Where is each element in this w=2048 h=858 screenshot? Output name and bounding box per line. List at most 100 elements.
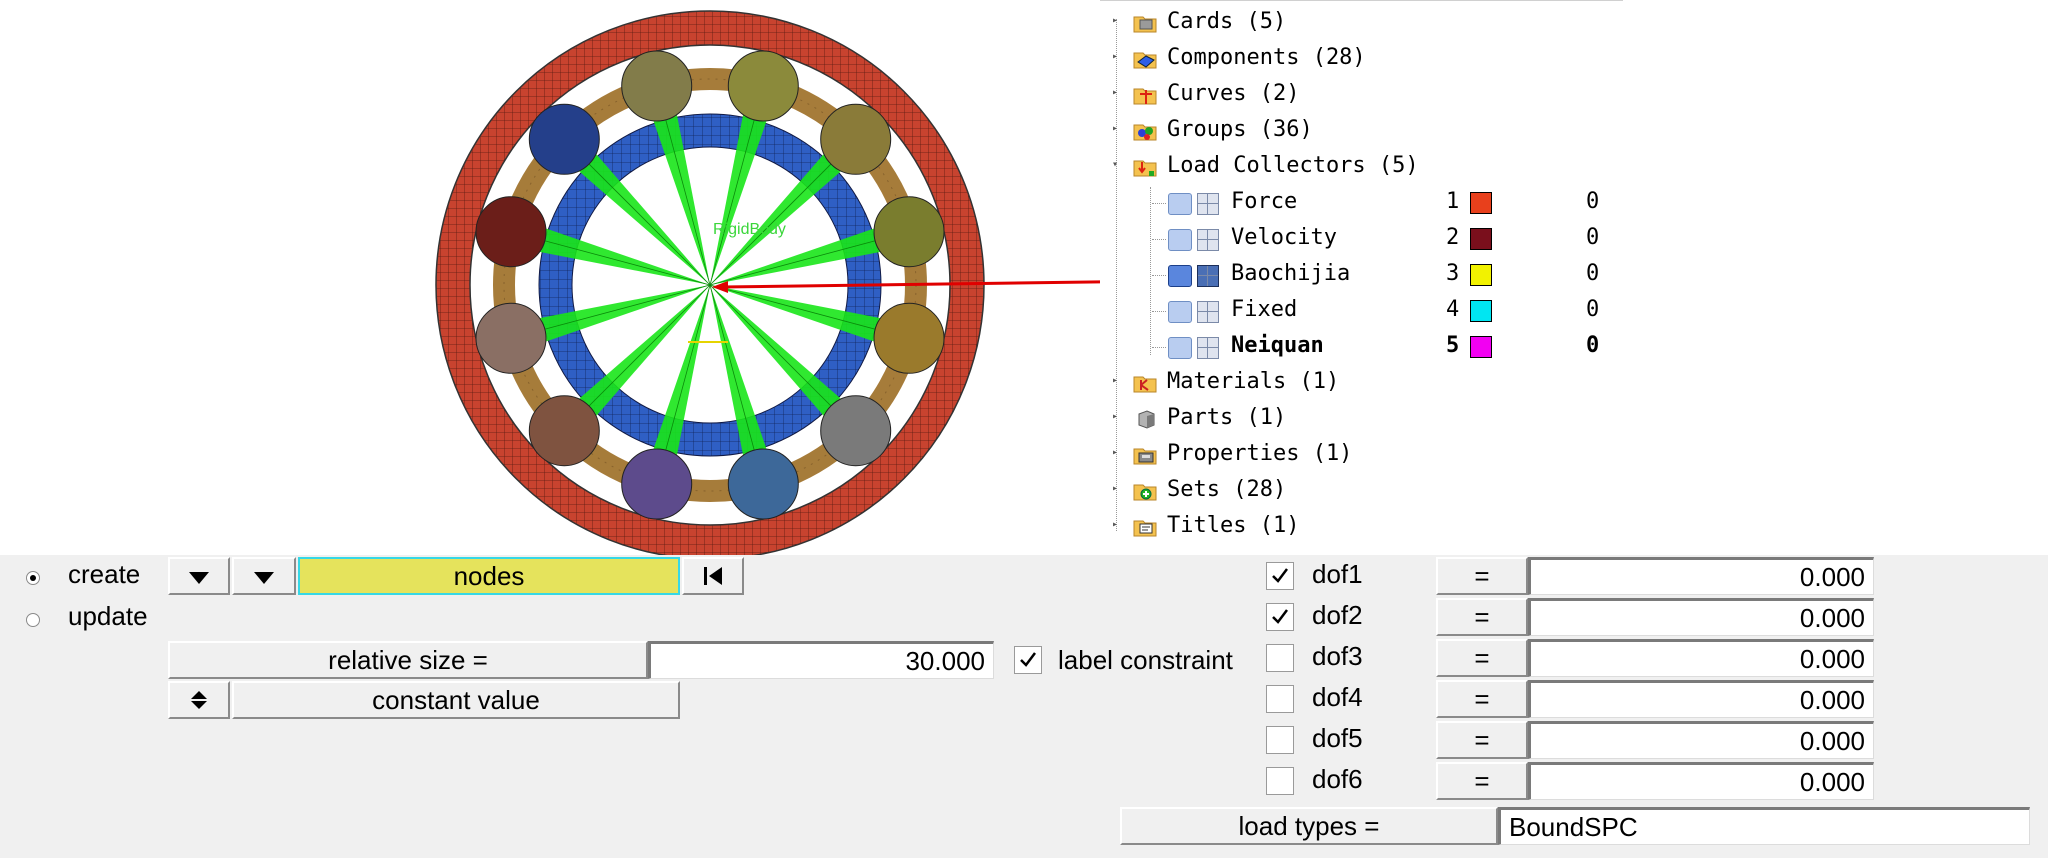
tree-item-sets[interactable]: ▸ Sets (28) <box>1100 473 1623 509</box>
load-collector-force[interactable]: Force 1 0 <box>1100 185 1623 221</box>
parts-icon <box>1138 410 1155 429</box>
chevron-down-icon <box>254 572 274 584</box>
expand-icon[interactable]: ▸ <box>1112 448 1122 458</box>
ball[interactable] <box>475 196 547 268</box>
load-collector-icon <box>1168 337 1192 359</box>
ball[interactable] <box>820 103 892 175</box>
color-swatch[interactable] <box>1470 300 1492 322</box>
tree-item-parts[interactable]: ▸ Parts (1) <box>1100 401 1623 437</box>
entity-type-dropdown[interactable] <box>168 557 230 595</box>
properties-icon <box>1133 448 1157 465</box>
bearing-model[interactable]: RigidBody <box>0 0 1161 560</box>
ball[interactable] <box>621 448 693 520</box>
expand-icon[interactable]: ▸ <box>1112 412 1122 422</box>
label-constraint-label: label constraint <box>1058 645 1233 675</box>
display-icon <box>1197 193 1219 215</box>
ball[interactable] <box>727 448 799 520</box>
ball[interactable] <box>727 50 799 122</box>
groups-icon <box>1133 124 1157 141</box>
tree-item-cards[interactable]: ▸ Cards (5) <box>1100 5 1623 41</box>
color-swatch[interactable] <box>1470 336 1492 358</box>
ball[interactable] <box>873 196 945 268</box>
dof6-value-input[interactable]: 0.000 <box>1528 762 1874 800</box>
load-types-input[interactable]: BoundSPC <box>1498 807 2030 845</box>
expand-icon[interactable]: ▸ <box>1112 484 1122 494</box>
sets-icon <box>1133 484 1157 501</box>
dof4-equals-button[interactable]: = <box>1436 680 1528 718</box>
expand-icon[interactable]: ▸ <box>1112 124 1122 134</box>
ball[interactable] <box>528 103 600 175</box>
tree-item-materials[interactable]: ▸ Materials (1) <box>1100 365 1623 401</box>
ball[interactable] <box>528 395 600 467</box>
dof5-checkbox[interactable] <box>1266 726 1294 754</box>
dof1-label: dof1 <box>1312 559 1363 589</box>
tree-item-curves[interactable]: ▸ Curves (2) <box>1100 77 1623 113</box>
constant-value-button[interactable]: constant value <box>232 681 680 719</box>
update-label: update <box>68 601 148 631</box>
load-collector-baochijia[interactable]: Baochijia 3 0 <box>1100 257 1623 293</box>
update-radio[interactable] <box>26 613 40 627</box>
tree-item-groups[interactable]: ▸ Groups (36) <box>1100 113 1623 149</box>
up-down-arrows-icon <box>191 691 207 709</box>
expand-icon[interactable]: ▸ <box>1112 16 1122 26</box>
dof3-checkbox[interactable] <box>1266 644 1294 672</box>
display-icon <box>1197 265 1219 287</box>
dof5-equals-button[interactable]: = <box>1436 721 1528 759</box>
value-type-toggle[interactable] <box>168 681 230 719</box>
expand-icon[interactable]: ▸ <box>1112 52 1122 62</box>
dof6-checkbox[interactable] <box>1266 767 1294 795</box>
expand-icon[interactable]: ▸ <box>1112 376 1122 386</box>
relative-size-input[interactable]: 30.000 <box>648 641 994 679</box>
color-swatch[interactable] <box>1470 228 1492 250</box>
ball[interactable] <box>873 302 945 374</box>
load-collector-neiquan[interactable]: Neiquan 5 0 <box>1100 329 1623 365</box>
selection-mode-dropdown[interactable] <box>232 557 296 595</box>
load-collectors-icon <box>1133 160 1157 177</box>
display-icon <box>1197 301 1219 323</box>
dof1-value-input[interactable]: 0.000 <box>1528 557 1874 595</box>
curves-icon <box>1133 88 1157 105</box>
create-label: create <box>68 559 141 589</box>
label-constraint-checkbox[interactable] <box>1014 646 1042 674</box>
relative-size-label: relative size = <box>168 641 648 679</box>
expand-icon[interactable]: ▸ <box>1112 520 1122 530</box>
components-icon <box>1133 52 1157 69</box>
load-collector-fixed[interactable]: Fixed 4 0 <box>1100 293 1623 329</box>
dof4-value-input[interactable]: 0.000 <box>1528 680 1874 718</box>
dof1-equals-button[interactable]: = <box>1436 557 1528 595</box>
dof4-checkbox[interactable] <box>1266 685 1294 713</box>
dof4-label: dof4 <box>1312 682 1363 712</box>
ball[interactable] <box>475 302 547 374</box>
rigid-body-label: RigidBody <box>713 221 786 238</box>
nodes-selector[interactable]: nodes <box>298 557 680 595</box>
load-collector-velocity[interactable]: Velocity 2 0 <box>1100 221 1623 257</box>
create-radio[interactable] <box>26 571 40 585</box>
load-collector-icon <box>1168 229 1192 251</box>
collapse-icon[interactable]: ▾ <box>1112 160 1122 170</box>
ball[interactable] <box>621 50 693 122</box>
titles-icon <box>1133 520 1157 537</box>
dof3-label: dof3 <box>1312 641 1363 671</box>
dof6-equals-button[interactable]: = <box>1436 762 1528 800</box>
materials-icon <box>1133 376 1157 393</box>
expand-icon[interactable]: ▸ <box>1112 88 1122 98</box>
dof1-checkbox[interactable] <box>1266 562 1294 590</box>
ball[interactable] <box>820 395 892 467</box>
dof2-checkbox[interactable] <box>1266 603 1294 631</box>
tree-item-properties[interactable]: ▸ Properties (1) <box>1100 437 1623 473</box>
reset-selection-button[interactable] <box>682 557 744 595</box>
dof3-equals-button[interactable]: = <box>1436 639 1528 677</box>
load-collector-icon <box>1168 301 1192 323</box>
graphics-viewport[interactable]: RigidBody <box>0 0 1161 560</box>
load-collector-icon <box>1168 265 1192 287</box>
dof3-value-input[interactable]: 0.000 <box>1528 639 1874 677</box>
chevron-down-icon <box>189 572 209 584</box>
tree-item-load-collectors[interactable]: ▾ Load Collectors (5) <box>1100 149 1623 185</box>
dof2-equals-button[interactable]: = <box>1436 598 1528 636</box>
tree-item-titles[interactable]: ▸ Titles (1) <box>1100 509 1623 545</box>
dof2-value-input[interactable]: 0.000 <box>1528 598 1874 636</box>
dof5-value-input[interactable]: 0.000 <box>1528 721 1874 759</box>
color-swatch[interactable] <box>1470 192 1492 214</box>
tree-item-components[interactable]: ▸ Components (28) <box>1100 41 1623 77</box>
color-swatch[interactable] <box>1470 264 1492 286</box>
